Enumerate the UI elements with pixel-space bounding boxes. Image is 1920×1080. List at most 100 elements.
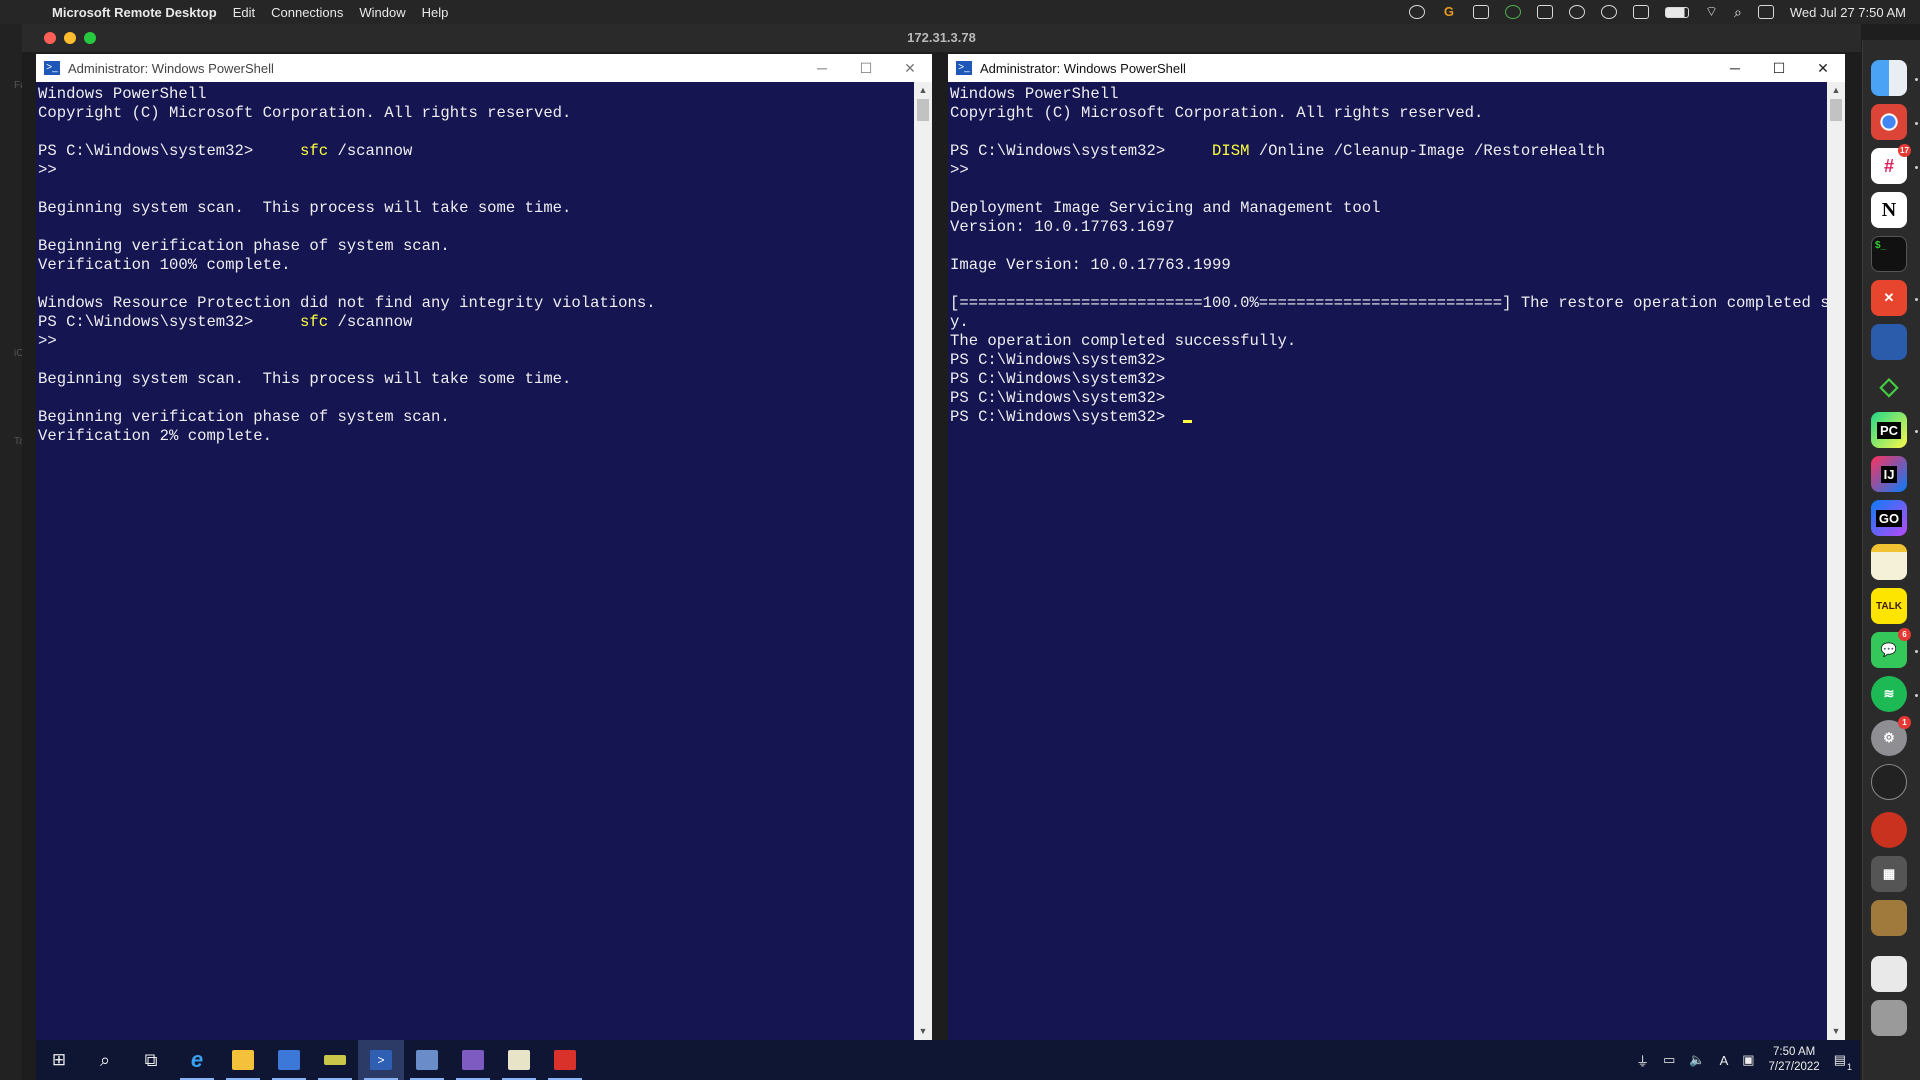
close-button[interactable]: ✕ — [888, 60, 932, 77]
contacts-icon[interactable] — [1871, 900, 1907, 936]
taskbar-clock[interactable]: 7:50 AM 7/27/2022 — [1769, 1045, 1820, 1075]
slack-icon[interactable]: #17 — [1871, 144, 1911, 184]
chrome-icon[interactable] — [1871, 104, 1907, 140]
network-icon[interactable]: ▭ — [1663, 1052, 1675, 1068]
running-indicator — [1915, 122, 1918, 125]
powershell-window-left[interactable]: >_ Administrator: Windows PowerShell ─ ☐… — [36, 54, 932, 1040]
menu-help[interactable]: Help — [422, 5, 449, 20]
zoom-window-button[interactable] — [84, 32, 96, 44]
text-cursor — [1182, 420, 1192, 423]
slack-badge: 17 — [1898, 144, 1911, 157]
kakaotalk-icon[interactable]: TALK — [1871, 588, 1907, 624]
battery-icon[interactable] — [1664, 6, 1689, 18]
grammarly-icon[interactable]: G — [1441, 5, 1457, 19]
powershell-icon: >_ — [956, 61, 972, 75]
taskbar-edge[interactable]: e — [174, 1040, 220, 1080]
downloads-stack-icon[interactable] — [1871, 956, 1907, 992]
start-button[interactable]: ⊞ — [36, 1040, 82, 1080]
scroll-up-arrow-icon[interactable]: ▲ — [914, 82, 932, 99]
vertical-scrollbar[interactable]: ▲ ▼ — [914, 82, 932, 1040]
console-text: Version: 10.0.17763.1697 — [950, 218, 1175, 236]
menu-connections[interactable]: Connections — [271, 5, 343, 20]
intellij-icon[interactable]: IJ — [1871, 456, 1907, 492]
console-line: Windows PowerShell — [38, 85, 912, 104]
console-text: >> — [38, 332, 57, 350]
usb-icon[interactable]: ⏚ — [1636, 1051, 1649, 1070]
android-studio-icon[interactable]: ◇ — [1871, 368, 1907, 404]
pycharm-icon[interactable]: PC — [1871, 412, 1907, 448]
spotlight-search-icon[interactable]: ⌕ — [1734, 4, 1742, 21]
taskbar-file-explorer[interactable] — [220, 1040, 266, 1080]
finder-icon[interactable] — [1871, 60, 1907, 96]
menu-edit[interactable]: Edit — [233, 5, 255, 20]
wifi-icon[interactable]: ⌔ — [1705, 3, 1718, 21]
console-output[interactable]: Windows PowerShell Copyright (C) Microsof… — [36, 82, 914, 1040]
menubar-clock[interactable]: Wed Jul 27 7:50 AM — [1790, 5, 1906, 20]
scroll-up-arrow-icon[interactable]: ▲ — [1827, 82, 1845, 99]
powershell-title-bar[interactable]: >_ Administrator: Windows PowerShell ─ ☐… — [948, 54, 1845, 82]
red-app-icon — [554, 1050, 576, 1070]
console-line: >> — [38, 161, 912, 180]
calculator-icon[interactable]: ▦ — [1871, 856, 1907, 892]
close-button[interactable]: ✕ — [1801, 60, 1845, 77]
maximize-button[interactable]: ☐ — [844, 60, 888, 77]
action-center-icon[interactable]: ▤ 1 — [1834, 1052, 1852, 1072]
minimize-button[interactable]: ─ — [1713, 60, 1757, 77]
taskbar-notepad[interactable] — [496, 1040, 542, 1080]
ime-icon[interactable]: ▣ — [1742, 1052, 1754, 1068]
notes-icon[interactable] — [1871, 544, 1907, 580]
taskbar-app-package[interactable] — [450, 1040, 496, 1080]
taskbar-users[interactable] — [266, 1040, 312, 1080]
spotify-icon[interactable]: ≋ — [1871, 676, 1907, 712]
console-text: PS C:\Windows\system32> — [38, 313, 301, 331]
console-text: PS C:\Windows\system32> — [38, 142, 301, 160]
control-center-icon[interactable] — [1757, 5, 1774, 19]
messages-icon[interactable]: 💬 6 — [1871, 628, 1911, 668]
bitwarden-icon[interactable] — [1871, 324, 1907, 360]
glasses-icon[interactable] — [1568, 5, 1585, 19]
play-icon[interactable] — [1600, 5, 1617, 19]
taskbar-powershell[interactable]: > — [358, 1040, 404, 1080]
system-preferences-badge: 1 — [1898, 716, 1911, 729]
vpn-status-icon[interactable] — [1408, 5, 1425, 19]
scroll-down-arrow-icon[interactable]: ▼ — [1827, 1023, 1845, 1040]
obs-icon[interactable] — [1871, 764, 1907, 800]
input-language-icon[interactable]: A — [1720, 1053, 1729, 1068]
coffee-icon[interactable] — [1536, 5, 1553, 19]
shield-icon[interactable] — [1472, 5, 1489, 19]
app-menu[interactable]: Microsoft Remote Desktop — [52, 5, 217, 20]
powershell-title-bar[interactable]: >_ Administrator: Windows PowerShell ─ ☐… — [36, 54, 932, 82]
console-text: Deployment Image Servicing and Managemen… — [950, 199, 1381, 217]
taskbar-red-app[interactable] — [542, 1040, 588, 1080]
java-app-icon[interactable] — [1871, 812, 1907, 848]
dollar-icon[interactable] — [1504, 5, 1521, 19]
taskbar-remote-desktop[interactable] — [404, 1040, 450, 1080]
taskbar-server-manager[interactable] — [312, 1040, 358, 1080]
search-button[interactable]: ⌕ — [82, 1040, 128, 1080]
scroll-down-arrow-icon[interactable]: ▼ — [914, 1023, 932, 1040]
trash-icon[interactable] — [1871, 1000, 1907, 1036]
powershell-window-right[interactable]: >_ Administrator: Windows PowerShell ─ ☐… — [948, 54, 1845, 1040]
rdp-title-bar[interactable]: 172.31.3.78 — [22, 24, 1861, 52]
git-client-icon[interactable]: ✕ — [1871, 280, 1907, 316]
task-view-button[interactable]: ⧉ — [128, 1040, 174, 1080]
menu-window[interactable]: Window — [359, 5, 405, 20]
volume-muted-icon[interactable]: 🔈 — [1689, 1052, 1705, 1068]
minimize-window-button[interactable] — [64, 32, 76, 44]
console-line: Copyright (C) Microsoft Corporation. All… — [950, 104, 1825, 123]
minimize-button[interactable]: ─ — [800, 60, 844, 77]
vertical-scrollbar[interactable]: ▲ ▼ — [1827, 82, 1845, 1040]
scrollbar-thumb[interactable] — [1830, 99, 1842, 121]
close-window-button[interactable] — [44, 32, 56, 44]
scrollbar-thumb[interactable] — [917, 99, 929, 121]
keyboard-input-icon[interactable] — [1632, 5, 1649, 19]
terminal-icon[interactable]: $_ — [1871, 236, 1907, 272]
maximize-button[interactable]: ☐ — [1757, 60, 1801, 77]
goland-icon[interactable]: GO — [1871, 500, 1907, 536]
notion-icon[interactable]: N — [1871, 192, 1907, 228]
console-output[interactable]: Windows PowerShell Copyright (C) Microsof… — [948, 82, 1827, 1040]
notepad-icon — [508, 1050, 530, 1070]
system-preferences-icon[interactable]: ⚙ 1 — [1871, 716, 1911, 756]
